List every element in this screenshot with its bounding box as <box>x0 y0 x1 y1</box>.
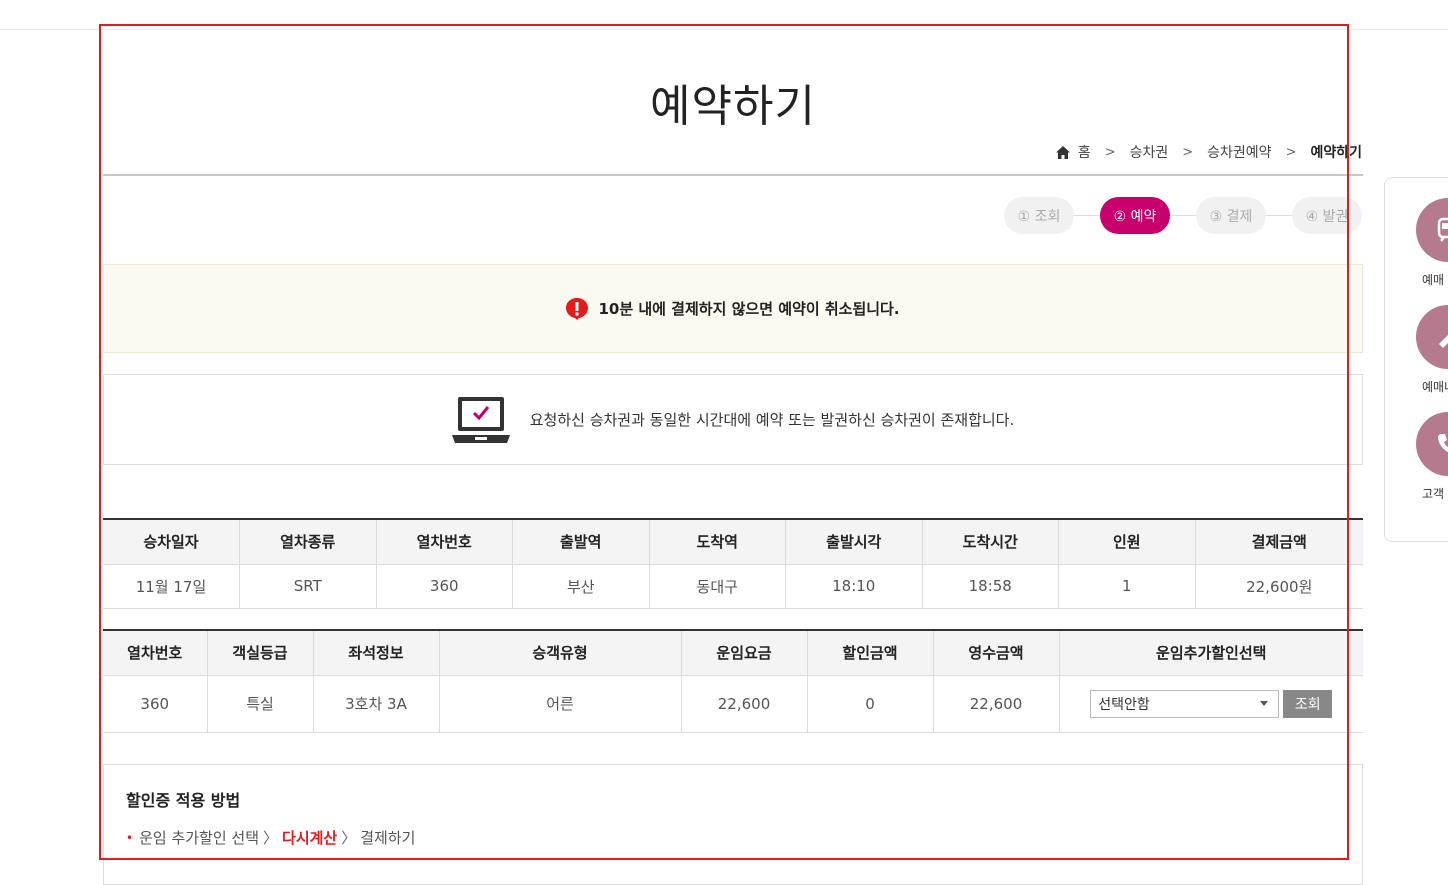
col-train-type: 열차종류 <box>239 519 377 565</box>
step-issue: ④ 발권 <box>1292 197 1362 234</box>
timeout-notice: 10분 내에 결제하지 않으면 예약이 취소됩니다. <box>103 264 1363 353</box>
breadcrumb-current: 예약하기 <box>1310 145 1362 161</box>
cell-departure-station: 부산 <box>512 564 650 609</box>
col-train-number: 열차번호 <box>103 630 208 676</box>
cell-passenger-type: 어른 <box>439 675 682 733</box>
col-passenger-type: 승객유형 <box>439 630 682 676</box>
quick-menu-history-label: 예매내역 <box>1422 380 1448 394</box>
breadcrumb: 홈 > 승차권 > 승차권예약 > 예약하기 <box>1055 142 1362 162</box>
quick-menu-customer[interactable]: 고객 <box>1385 412 1448 502</box>
table-header-row: 승차일자 열차종류 열차번호 출발역 도착역 출발시각 도착시간 인원 결제금액 <box>103 519 1363 565</box>
breadcrumb-home[interactable]: 홈 <box>1078 142 1091 162</box>
cell-discount: 0 <box>807 675 934 733</box>
home-icon[interactable] <box>1055 145 1070 159</box>
train-icon <box>1416 198 1448 262</box>
col-receipt-amount: 영수금액 <box>933 630 1060 676</box>
phone-icon <box>1416 412 1448 476</box>
bullet-icon: • <box>126 830 134 845</box>
discount-guide: 할인증 적용 방법 • 운임 추가할인 선택 〉 다시계산 〉 결제하기 <box>103 764 1363 885</box>
timeout-notice-text: 10분 내에 결제하지 않으면 예약이 취소됩니다. <box>598 300 900 318</box>
cell-departure-time: 18:10 <box>785 564 923 609</box>
page-title: 예약하기 <box>650 81 816 132</box>
header-divider <box>0 29 1448 30</box>
cell-arrival-station: 동대구 <box>649 564 786 609</box>
chevron-right-icon: > <box>1285 144 1297 160</box>
cell-passengers: 1 <box>1058 564 1196 609</box>
chevron-down-icon <box>1260 701 1269 706</box>
quick-menu-reserve-label: 예매 <box>1422 273 1445 287</box>
breadcrumb-item-ticket[interactable]: 승차권 <box>1130 142 1169 162</box>
quick-menu-reserve[interactable]: 예매 <box>1385 198 1448 288</box>
table-row: 11월 17일 SRT 360 부산 동대구 18:10 18:58 1 22,… <box>103 564 1363 609</box>
step-connector <box>1074 215 1100 216</box>
col-passengers: 인원 <box>1058 519 1196 565</box>
cell-train-number: 360 <box>376 564 513 609</box>
col-train-number: 열차번호 <box>376 519 513 565</box>
quick-menu: 예매 예매내역 고객 <box>1384 177 1448 542</box>
cell-arrival-time: 18:58 <box>922 564 1059 609</box>
fare-info-table: 열차번호 객실등급 좌석정보 승객유형 운임요금 할인금액 영수금액 운임추가할… <box>103 629 1363 733</box>
guide-step-pay: 결제하기 <box>360 829 416 847</box>
cell-fare: 22,600 <box>681 675 808 733</box>
col-discount: 할인금액 <box>807 630 934 676</box>
discount-guide-title: 할인증 적용 방법 <box>126 791 241 810</box>
col-departure-time: 출발시각 <box>785 519 923 565</box>
col-extra-discount: 운임추가할인선택 <box>1059 630 1363 676</box>
ticket-icon <box>1416 305 1448 369</box>
cell-extra-discount: 선택안함 조회 <box>1059 675 1364 733</box>
chevron-right-icon: > <box>1182 144 1194 160</box>
cell-seat-info: 3호차 3A <box>313 675 440 733</box>
discount-guide-steps: • 운임 추가할인 선택 〉 다시계산 〉 결제하기 <box>126 827 1340 848</box>
col-boarding-date: 승차일자 <box>103 519 240 565</box>
table-row: 360 특실 3호차 3A 어른 22,600 0 22,600 선택안함 조회 <box>103 675 1364 733</box>
cell-car-class: 특실 <box>207 675 314 733</box>
table-header-row: 열차번호 객실등급 좌석정보 승객유형 운임요금 할인금액 영수금액 운임추가할… <box>103 630 1363 676</box>
duplicate-notice-text: 요청하신 승차권과 동일한 시간대에 예약 또는 발권하신 승차권이 존재합니다… <box>529 411 1015 429</box>
discount-lookup-button[interactable]: 조회 <box>1283 689 1333 718</box>
cell-train-number: 360 <box>103 675 208 733</box>
col-payment-amount: 결제금액 <box>1195 519 1363 565</box>
extra-discount-select-value: 선택안함 <box>1098 696 1150 713</box>
train-info-table: 승차일자 열차종류 열차번호 출발역 도착역 출발시각 도착시간 인원 결제금액… <box>103 518 1363 609</box>
progress-steps: ① 조회 ② 예약 ③ 결제 ④ 발권 <box>1004 197 1362 234</box>
step-connector <box>1266 215 1292 216</box>
step-search: ① 조회 <box>1004 197 1074 234</box>
chevron-right-icon: > <box>1104 144 1116 160</box>
cell-payment-amount: 22,600원 <box>1195 564 1363 609</box>
quick-menu-history[interactable]: 예매내역 <box>1385 305 1448 395</box>
col-arrival-station: 도착역 <box>649 519 786 565</box>
guide-step-select: 운임 추가할인 선택 <box>139 829 260 847</box>
laptop-check-icon <box>451 396 510 443</box>
col-car-class: 객실등급 <box>207 630 314 676</box>
step-payment: ③ 결제 <box>1196 197 1266 234</box>
extra-discount-controls: 선택안함 조회 <box>1060 689 1364 718</box>
quick-menu-customer-label: 고객 <box>1422 487 1445 501</box>
col-arrival-time: 도착시간 <box>922 519 1059 565</box>
guide-step-recalculate: 다시계산 <box>282 829 338 847</box>
chevron-right-icon: 〉 <box>263 829 279 847</box>
col-seat-info: 좌석정보 <box>313 630 440 676</box>
chevron-right-icon: 〉 <box>341 829 357 847</box>
col-fare: 운임요금 <box>681 630 808 676</box>
step-connector <box>1170 215 1196 216</box>
step-reserve: ② 예약 <box>1100 197 1170 234</box>
duplicate-ticket-notice: 요청하신 승차권과 동일한 시간대에 예약 또는 발권하신 승차권이 존재합니다… <box>103 374 1363 465</box>
extra-discount-select[interactable]: 선택안함 <box>1090 689 1280 718</box>
cell-boarding-date: 11월 17일 <box>103 564 240 609</box>
exclamation-icon <box>566 297 589 320</box>
title-divider <box>103 174 1363 176</box>
cell-receipt-amount: 22,600 <box>933 675 1060 733</box>
col-departure-station: 출발역 <box>512 519 650 565</box>
breadcrumb-item-reservation[interactable]: 승차권예약 <box>1207 142 1271 162</box>
cell-train-type: SRT <box>239 564 377 609</box>
